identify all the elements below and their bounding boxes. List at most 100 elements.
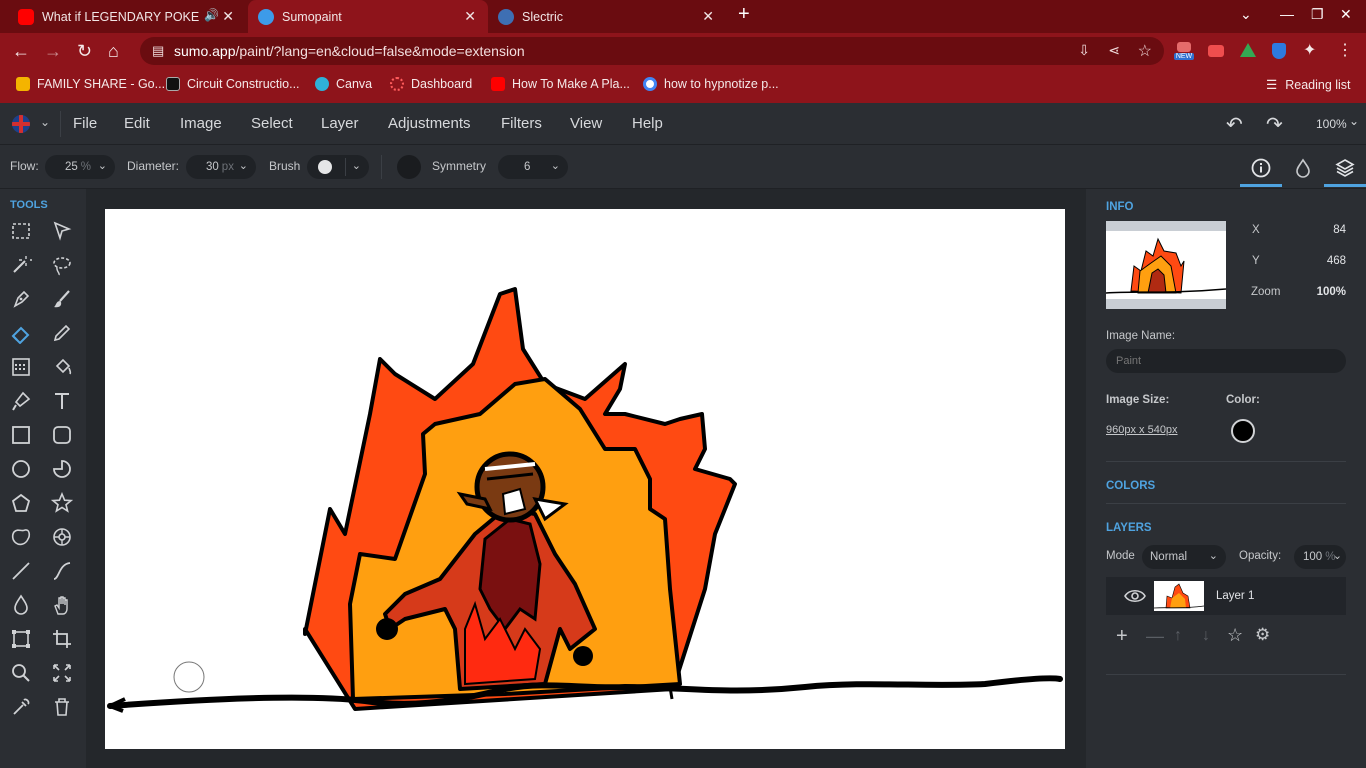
tab-colors[interactable] <box>1282 149 1324 187</box>
bookmark-dashboard[interactable]: Dashboard <box>390 77 472 91</box>
pie-tool[interactable] <box>49 456 75 482</box>
language-chevron-icon[interactable]: ⌄ <box>40 115 50 129</box>
crop-tool[interactable] <box>49 626 75 652</box>
bookmark-youtube[interactable]: How To Make A Pla... <box>491 77 630 91</box>
image-name-input[interactable] <box>1106 349 1346 373</box>
menu-filters[interactable]: Filters <box>501 115 542 132</box>
opacity-input[interactable]: 100% ⌄ <box>1294 545 1346 569</box>
rect-select-tool[interactable] <box>8 218 34 244</box>
speaker-icon[interactable]: 🔊 <box>204 8 219 22</box>
add-layer-icon[interactable]: + <box>1116 626 1128 646</box>
menu-select[interactable]: Select <box>251 115 293 132</box>
hand-tool[interactable] <box>49 592 75 618</box>
blob-tool[interactable] <box>8 524 34 550</box>
symmetry-input[interactable]: 6 ⌄ <box>498 155 568 179</box>
bookmark-canva[interactable]: Canva <box>315 77 372 91</box>
image-size-link[interactable]: 960px x 540px <box>1106 424 1178 436</box>
menu-view[interactable]: View <box>570 115 602 132</box>
extension-new-icon[interactable]: NEW <box>1174 42 1194 62</box>
tab-youtube[interactable]: What if LEGENDARY POKEMON 🔊 ✕ <box>8 0 246 33</box>
bookmark-family-share[interactable]: FAMILY SHARE - Go... <box>16 77 165 91</box>
curve-tool[interactable] <box>49 558 75 584</box>
bookmark-google[interactable]: how to hypnotize p... <box>643 77 779 91</box>
circle-tool[interactable] <box>8 456 34 482</box>
menu-adjustments[interactable]: Adjustments <box>388 115 471 132</box>
gear-shape-tool[interactable] <box>49 524 75 550</box>
line-tool[interactable] <box>8 558 34 584</box>
menu-image[interactable]: Image <box>180 115 222 132</box>
eye-icon[interactable] <box>1124 588 1146 604</box>
drawing-canvas[interactable] <box>105 209 1065 749</box>
share-icon[interactable]: ⋖ <box>1108 42 1120 59</box>
text-tool[interactable] <box>49 388 75 414</box>
pencil-tool[interactable] <box>49 320 75 346</box>
undo-icon[interactable]: ↶ <box>1226 112 1243 137</box>
star-tool[interactable] <box>49 490 75 516</box>
pointer-tool[interactable] <box>49 218 75 244</box>
eyedropper-tool[interactable] <box>8 694 34 720</box>
trash-tool[interactable] <box>49 694 75 720</box>
layer-up-icon[interactable]: ↑ <box>1174 626 1182 646</box>
remove-layer-icon[interactable]: — <box>1146 626 1164 646</box>
eraser-tool[interactable] <box>8 320 34 346</box>
screen-recorder-icon[interactable] <box>1208 45 1224 57</box>
lasso-tool[interactable] <box>49 252 75 278</box>
fit-tool[interactable] <box>49 660 75 686</box>
rounded-rect-tool[interactable] <box>49 422 75 448</box>
reload-icon[interactable]: ↻ <box>77 41 92 61</box>
redo-icon[interactable]: ↷ <box>1266 112 1283 137</box>
drive-icon[interactable] <box>1240 43 1256 57</box>
close-window-icon[interactable]: ✕ <box>1340 6 1352 23</box>
bookmark-star-icon[interactable]: ☆ <box>1138 41 1152 61</box>
home-icon[interactable]: ⌂ <box>108 41 119 61</box>
layer-settings-icon[interactable]: ⚙ <box>1255 625 1270 645</box>
close-tab-icon[interactable]: ✕ <box>464 8 476 25</box>
flow-input[interactable]: 25% ⌄ <box>45 155 115 179</box>
symmetry-toggle[interactable] <box>397 155 421 179</box>
tab-sumopaint[interactable]: Sumopaint ✕ <box>248 0 488 33</box>
close-tab-icon[interactable]: ✕ <box>702 8 714 25</box>
close-tab-icon[interactable]: ✕ <box>222 8 234 25</box>
menu-edit[interactable]: Edit <box>124 115 150 132</box>
gradient-tool[interactable] <box>8 354 34 380</box>
language-flag-icon[interactable] <box>12 115 30 133</box>
layer-star-icon[interactable]: ☆ <box>1227 625 1243 645</box>
clone-stamp-tool[interactable] <box>8 388 34 414</box>
color-swatch[interactable] <box>1231 419 1255 443</box>
zoom-tool[interactable] <box>8 660 34 686</box>
zoom-chevron-icon[interactable]: ⌄ <box>1349 114 1359 128</box>
install-icon[interactable]: ⇩ <box>1078 42 1090 59</box>
drop-tool[interactable] <box>8 592 34 618</box>
blend-mode-select[interactable]: Normal ⌄ <box>1142 545 1226 569</box>
fill-bucket-tool[interactable] <box>49 354 75 380</box>
brush-tool[interactable] <box>49 286 75 312</box>
colors-section-title[interactable]: COLORS <box>1106 480 1155 492</box>
layer-row[interactable]: Layer 1 <box>1106 577 1346 615</box>
shield-icon[interactable] <box>1272 43 1286 59</box>
tab-slectric[interactable]: Slectric ✕ <box>488 0 726 33</box>
back-icon[interactable]: ← <box>12 41 30 61</box>
tab-info[interactable] <box>1240 149 1282 187</box>
transform-tool[interactable] <box>8 626 34 652</box>
bookmark-circuit[interactable]: Circuit Constructio... <box>166 77 300 91</box>
tab-layers[interactable] <box>1324 149 1366 187</box>
canvas-area[interactable] <box>86 189 1086 768</box>
chevron-down-icon[interactable]: ⌄ <box>1240 6 1252 23</box>
restore-icon[interactable]: ❐ <box>1311 6 1324 23</box>
rectangle-tool[interactable] <box>8 422 34 448</box>
pentagon-tool[interactable] <box>8 490 34 516</box>
zoom-level[interactable]: 100% <box>1316 117 1347 131</box>
magic-wand-tool[interactable] <box>8 252 34 278</box>
address-bar[interactable]: ▤ sumo.app/paint/?lang=en&cloud=false&mo… <box>140 37 1164 65</box>
pen-tool[interactable] <box>8 286 34 312</box>
site-info-icon[interactable]: ▤ <box>152 43 164 59</box>
menu-file[interactable]: File <box>73 115 97 132</box>
diameter-input[interactable]: 30 px ⌄ <box>186 155 256 179</box>
puzzle-icon[interactable]: ✦ <box>1303 41 1316 61</box>
layer-down-icon[interactable]: ↓ <box>1202 626 1210 646</box>
menu-help[interactable]: Help <box>632 115 663 132</box>
minimize-icon[interactable]: — <box>1280 6 1294 22</box>
new-tab-icon[interactable]: + <box>738 3 750 26</box>
menu-layer[interactable]: Layer <box>321 115 359 132</box>
more-menu-icon[interactable]: ⋮ <box>1337 41 1353 61</box>
